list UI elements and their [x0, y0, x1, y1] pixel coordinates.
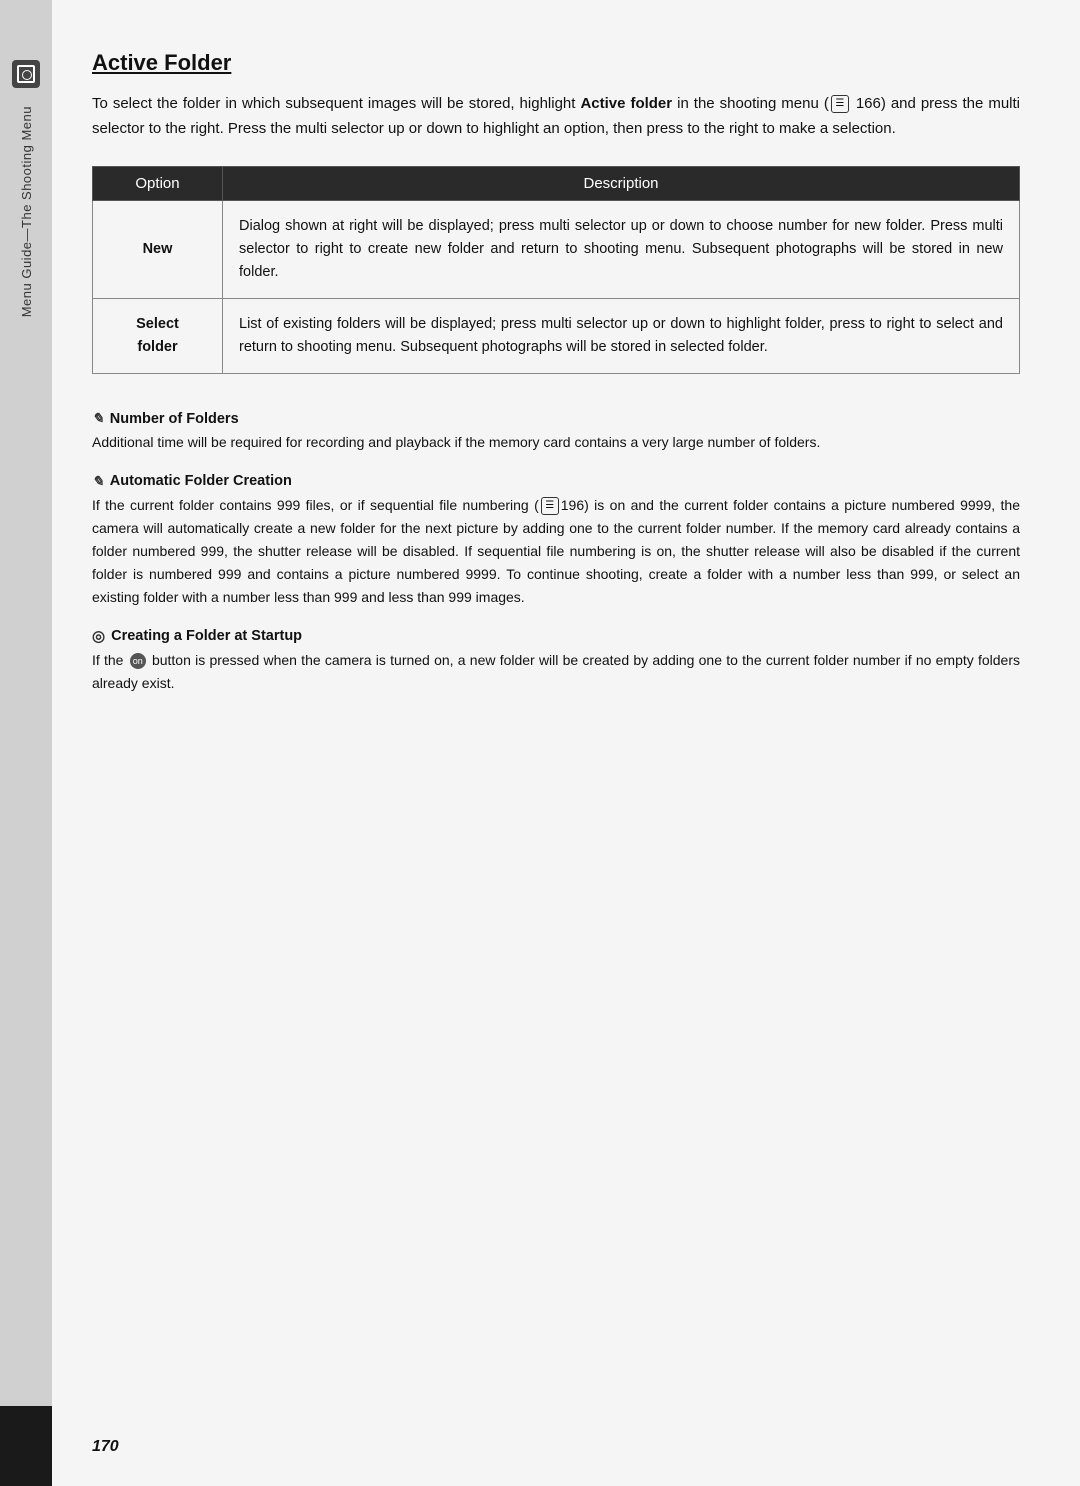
- desc-new: Dialog shown at right will be displayed;…: [223, 200, 1020, 299]
- intro-paragraph: To select the folder in which subsequent…: [92, 92, 1020, 142]
- note-label-1: Number of Folders: [110, 411, 239, 427]
- pencil-icon-2: ✎: [92, 473, 104, 490]
- notes-section: ✎ Number of Folders Additional time will…: [92, 410, 1020, 695]
- sidebar-black-bar: [0, 1406, 52, 1486]
- note-label-2: Automatic Folder Creation: [110, 473, 292, 489]
- menu-icon: [12, 60, 40, 88]
- page-wrapper: Menu Guide—The Shooting Menu Active Fold…: [0, 0, 1080, 1486]
- main-content: Active Folder To select the folder in wh…: [52, 0, 1080, 1486]
- table-header-desc: Description: [223, 166, 1020, 200]
- option-new: New: [93, 200, 223, 299]
- note-label-3: Creating a Folder at Startup: [111, 628, 302, 644]
- note-title-auto-folder: ✎ Automatic Folder Creation: [92, 473, 1020, 490]
- menu-icon-inner: [17, 65, 35, 83]
- note-create-folder-startup: ◎ Creating a Folder at Startup If the on…: [92, 627, 1020, 695]
- note-number-of-folders: ✎ Number of Folders Additional time will…: [92, 410, 1020, 454]
- table-row: New Dialog shown at right will be displa…: [93, 200, 1020, 299]
- on-button-icon: on: [130, 653, 146, 669]
- options-table: Option Description New Dialog shown at r…: [92, 166, 1020, 375]
- desc-select-folder: List of existing folders will be display…: [223, 299, 1020, 374]
- menu-ref-icon: ☰: [831, 95, 849, 113]
- page-number: 170: [92, 1438, 119, 1456]
- option-select-folder: Selectfolder: [93, 299, 223, 374]
- camera-icon: ◎: [92, 627, 105, 645]
- table-row: Selectfolder List of existing folders wi…: [93, 299, 1020, 374]
- sidebar: Menu Guide—The Shooting Menu: [0, 0, 52, 1486]
- sidebar-label: Menu Guide—The Shooting Menu: [19, 106, 34, 317]
- note-title-number-of-folders: ✎ Number of Folders: [92, 410, 1020, 427]
- note-ref-2: 196: [561, 497, 584, 513]
- menu-ref-icon-2: ☰: [541, 497, 559, 515]
- note-text-2: If the current folder contains 999 files…: [92, 494, 1020, 609]
- pencil-icon-1: ✎: [92, 410, 104, 427]
- page-title: Active Folder: [92, 50, 1020, 76]
- note-title-startup: ◎ Creating a Folder at Startup: [92, 627, 1020, 645]
- note-text-1: Additional time will be required for rec…: [92, 431, 1020, 454]
- note-auto-folder: ✎ Automatic Folder Creation If the curre…: [92, 473, 1020, 609]
- note-text-3: If the on button is pressed when the cam…: [92, 649, 1020, 695]
- table-header-option: Option: [93, 166, 223, 200]
- intro-ref: 166: [856, 95, 881, 112]
